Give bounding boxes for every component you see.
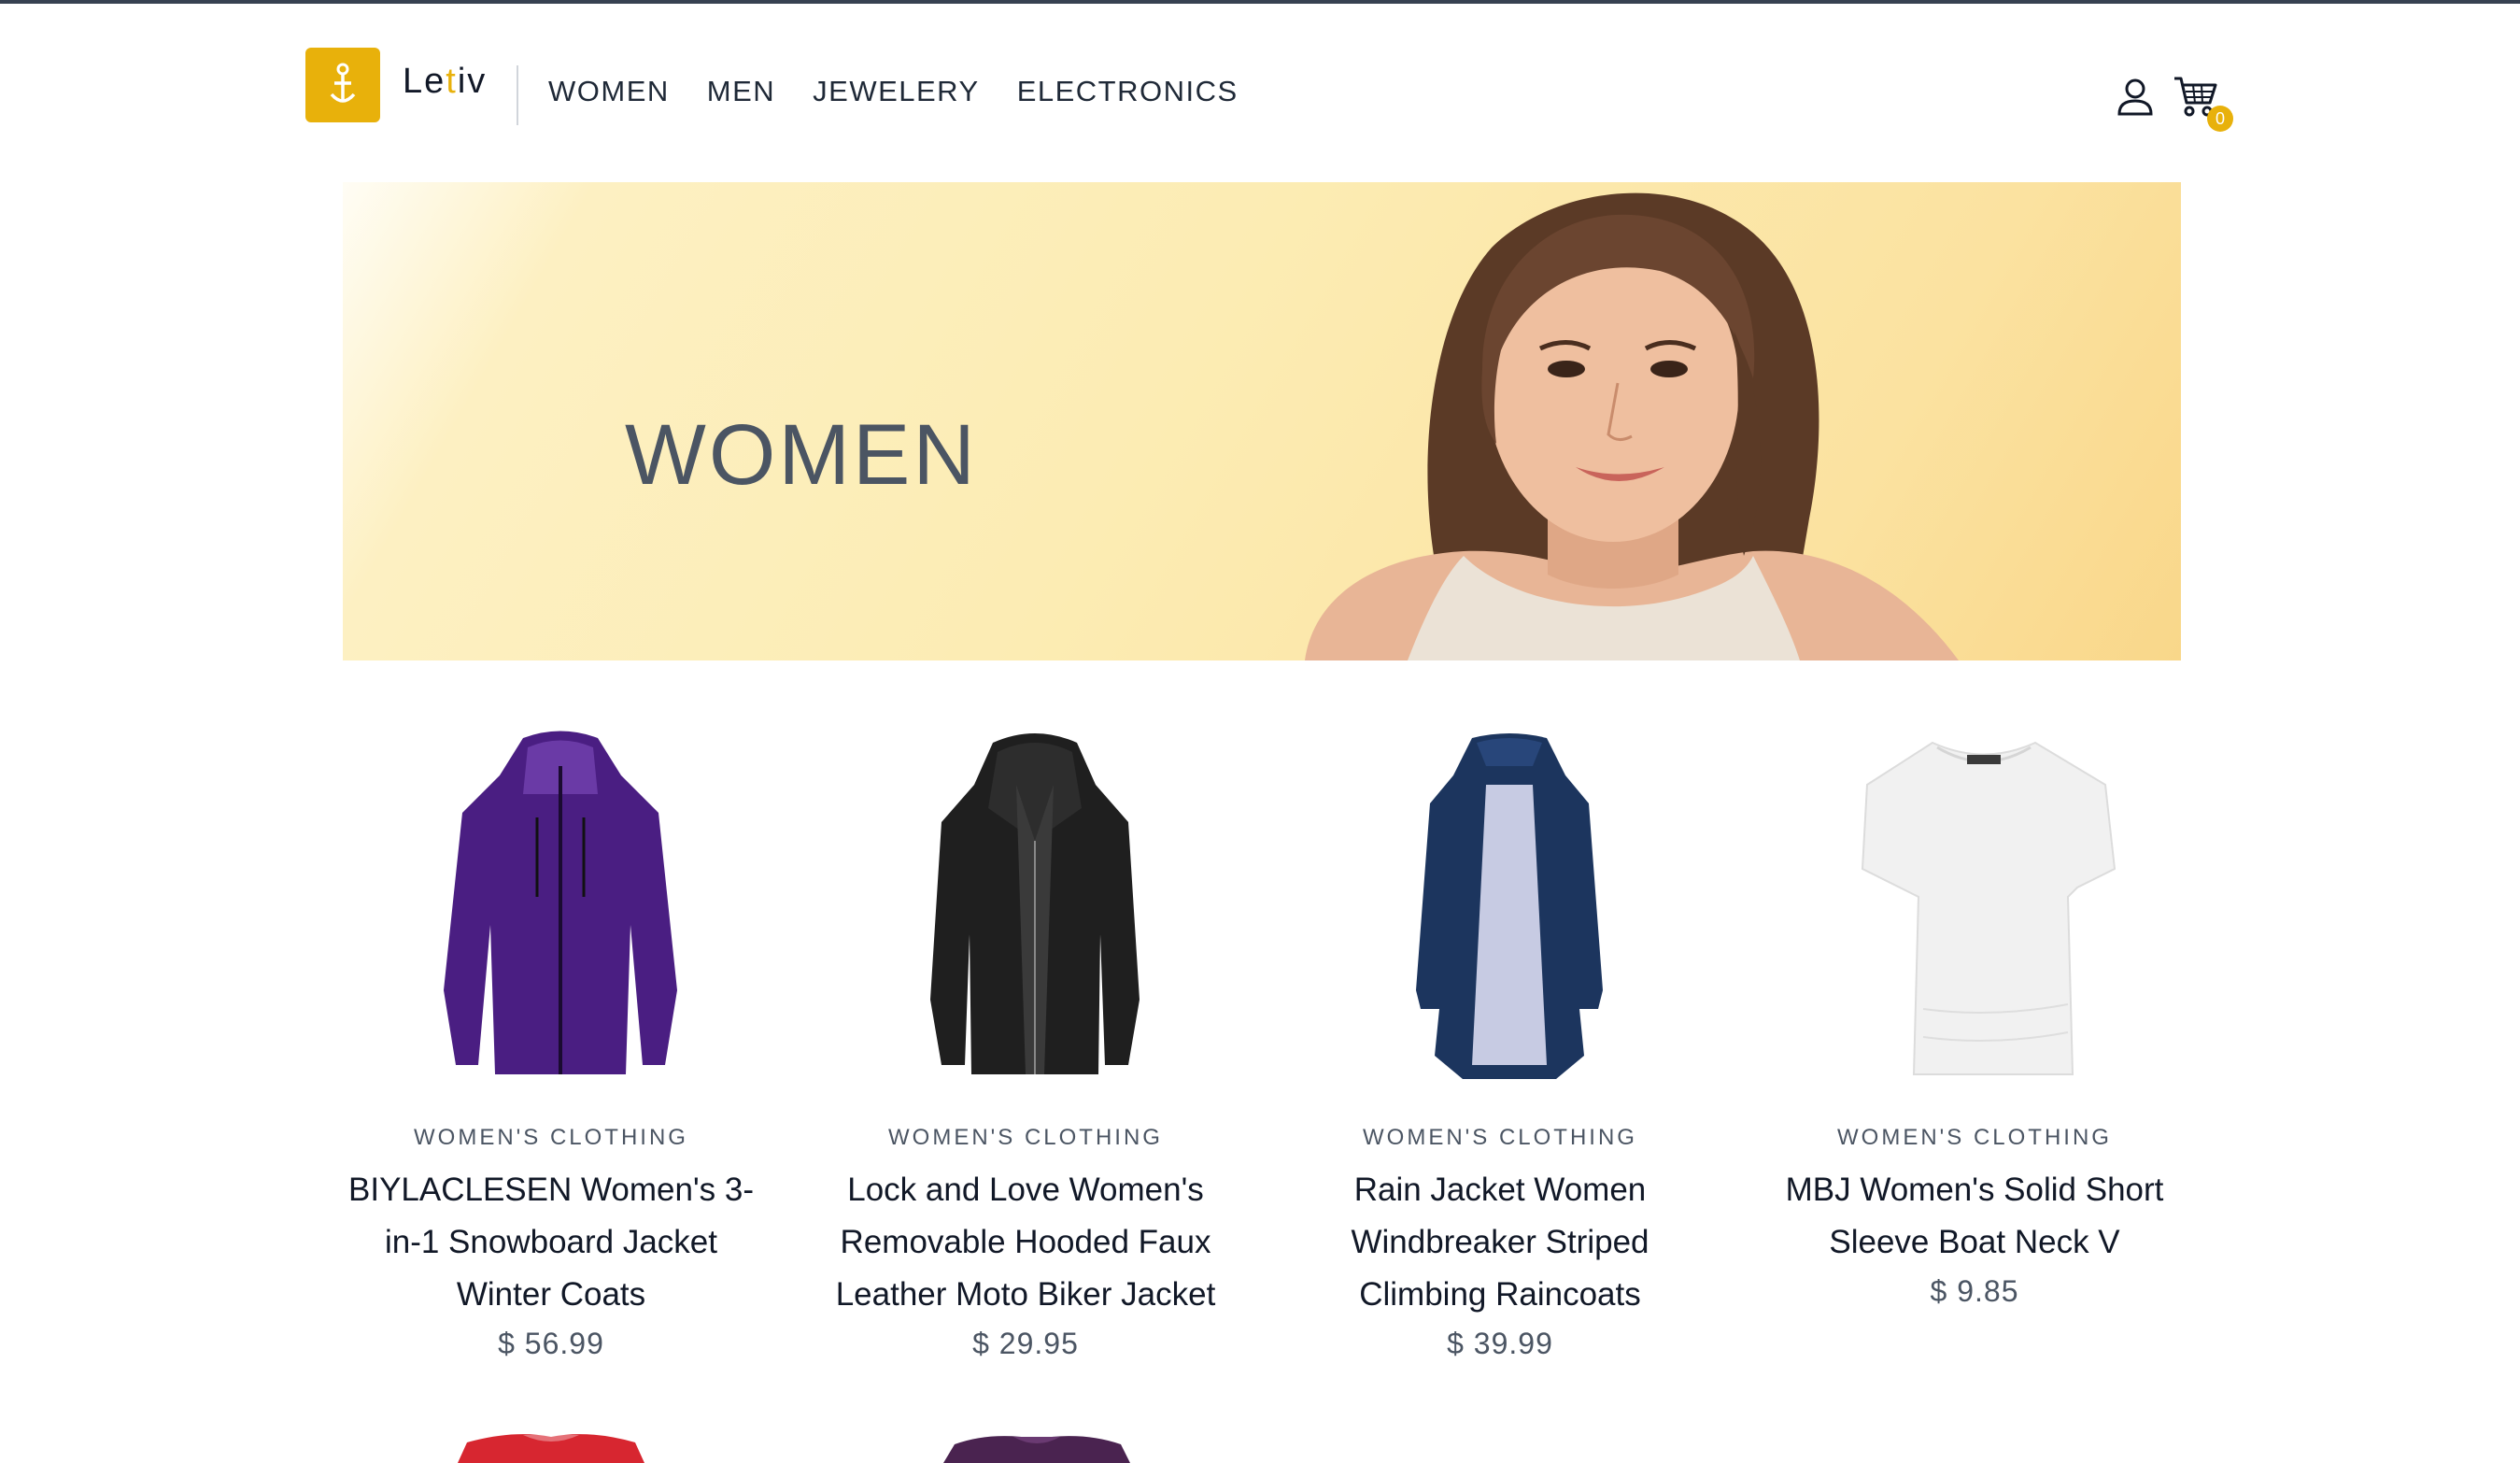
product-price: $ 39.99 xyxy=(1447,1327,1553,1360)
product-title[interactable]: Lock and Love Women's Removable Hooded F… xyxy=(811,1164,1240,1321)
product-category: WOMEN'S CLOTHING xyxy=(1363,1125,1637,1150)
product-image-peek xyxy=(943,1436,1130,1463)
product-image-raincoat[interactable] xyxy=(1369,729,1649,1093)
product-category: WOMEN'S CLOTHING xyxy=(1837,1125,2112,1150)
user-icon[interactable] xyxy=(2117,77,2154,116)
product-category: WOMEN'S CLOTHING xyxy=(888,1125,1163,1150)
nav-electronics[interactable]: ELECTRONICS xyxy=(1017,75,1239,108)
product-category: WOMEN'S CLOTHING xyxy=(414,1125,688,1150)
product-card[interactable]: WOMEN'S CLOTHING Rain Jacket Women Windb… xyxy=(1285,729,1715,1383)
product-image-tshirt[interactable] xyxy=(1844,729,2124,1093)
header-divider xyxy=(517,65,518,125)
product-title[interactable]: MBJ Women's Solid Short Sleeve Boat Neck… xyxy=(1760,1164,2189,1269)
model-portrait-image xyxy=(1305,192,1959,660)
product-image-peek xyxy=(458,1434,644,1463)
product-title[interactable]: Rain Jacket Women Windbreaker Striped Cl… xyxy=(1285,1164,1715,1321)
site-header: Letiv WOMEN MEN JEWELERY ELECTRONICS 0 xyxy=(0,0,2520,178)
logo-badge[interactable] xyxy=(305,48,380,122)
product-image-jacket[interactable] xyxy=(420,729,701,1093)
product-card[interactable]: WOMEN'S CLOTHING Lock and Love Women's R… xyxy=(811,729,1240,1383)
product-card[interactable]: WOMEN'S CLOTHING BIYLACLESEN Women's 3- … xyxy=(336,729,766,1383)
nav-men[interactable]: MEN xyxy=(707,75,775,108)
nav-women[interactable]: WOMEN xyxy=(548,75,670,108)
nav-jewelery[interactable]: JEWELERY xyxy=(813,75,980,108)
product-price: $ 9.85 xyxy=(1930,1274,2019,1308)
cart-count-badge: 0 xyxy=(2207,106,2233,132)
banner-title: WOMEN xyxy=(625,407,978,503)
product-title[interactable]: BIYLACLESEN Women's 3- in-1 Snowboard Ja… xyxy=(336,1164,766,1321)
anchor-logo-icon xyxy=(330,63,356,103)
category-banner: WOMEN xyxy=(343,182,2181,660)
product-price: $ 56.99 xyxy=(498,1327,604,1360)
product-card[interactable]: WOMEN'S CLOTHING MBJ Women's Solid Short… xyxy=(1760,729,2189,1336)
product-price: $ 29.95 xyxy=(972,1327,1079,1360)
product-image-jacket[interactable] xyxy=(895,729,1175,1093)
brand-name[interactable]: Letiv xyxy=(403,62,487,102)
main-nav: WOMEN MEN JEWELERY ELECTRONICS xyxy=(548,75,1239,108)
